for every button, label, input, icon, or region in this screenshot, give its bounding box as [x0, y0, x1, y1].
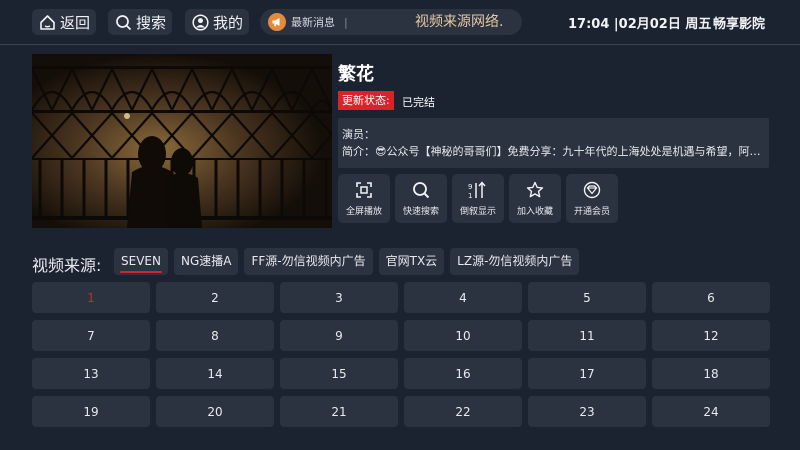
news-label: 最新消息: [291, 16, 335, 29]
episode-button[interactable]: 18: [652, 358, 770, 389]
episode-button[interactable]: 1: [32, 282, 150, 313]
datetime: 17:04 |02月02日 周五: [568, 17, 712, 32]
sort-icon: 9 1: [468, 180, 486, 199]
user-icon: [191, 13, 209, 31]
quick-search-button[interactable]: 快速搜索: [395, 174, 447, 223]
status-value: 已完结: [402, 96, 435, 109]
episode-button[interactable]: 12: [652, 320, 770, 351]
video-title: 繁花: [338, 64, 374, 85]
mine-label: 我的: [213, 13, 244, 32]
vip-button[interactable]: 开通会员: [566, 174, 618, 223]
search-label: 搜索: [136, 13, 167, 32]
episode-button[interactable]: 7: [32, 320, 150, 351]
actors-line: 演员：: [342, 128, 375, 141]
news-marquee: 视频来源网络.: [415, 14, 504, 30]
episode-button[interactable]: 10: [404, 320, 522, 351]
app-name: 畅享影院: [713, 17, 766, 32]
episode-button[interactable]: 21: [280, 396, 398, 427]
news-ticker[interactable]: 最新消息 | 视频来源网络.: [260, 9, 522, 35]
divider: [0, 44, 800, 45]
poster-image: [32, 54, 332, 228]
mine-button[interactable]: 我的: [185, 9, 250, 35]
home-icon: [38, 13, 56, 31]
source-tab-ff[interactable]: FF源-勿信视频内广告: [244, 248, 373, 275]
episode-button[interactable]: 22: [404, 396, 522, 427]
source-tab-ng[interactable]: NG速播A: [173, 248, 239, 275]
search-button[interactable]: 搜索: [108, 9, 173, 35]
episode-button[interactable]: 3: [280, 282, 398, 313]
episode-button[interactable]: 5: [528, 282, 646, 313]
description-box[interactable]: 演员： 简介：😎公众号【神秘的哥哥们】免费分享：九十年代的上海处处是机遇与希望，…: [338, 118, 769, 168]
fullscreen-icon: [356, 181, 372, 198]
action-bar: 全屏播放 快速搜索 9 1 倒叙显示 加入收藏 开通会员: [338, 174, 618, 223]
source-tab-seven[interactable]: SEVEN: [114, 248, 168, 275]
vip-icon: [583, 181, 601, 198]
top-bar: 返回 搜索 我的 最新消息 | 视频来源网络. 17:04 |02月02日 周五…: [0, 0, 800, 44]
episode-button[interactable]: 23: [528, 396, 646, 427]
episode-button[interactable]: 8: [156, 320, 274, 351]
source-tab-lz[interactable]: LZ源-勿信视频内广告: [450, 248, 580, 275]
fullscreen-label: 全屏播放: [345, 206, 382, 217]
favorite-button[interactable]: 加入收藏: [509, 174, 561, 223]
episode-grid: 1 2 3 4 5 6 7 8 9 10 11 12 13 14 15 16 1…: [32, 282, 770, 427]
status-badge: 更新状态:: [338, 91, 394, 110]
episode-button[interactable]: 2: [156, 282, 274, 313]
episode-button[interactable]: 9: [280, 320, 398, 351]
reverse-order-label: 倒叙显示: [459, 206, 496, 217]
episode-button[interactable]: 20: [156, 396, 274, 427]
episode-button[interactable]: 11: [528, 320, 646, 351]
quick-search-label: 快速搜索: [402, 206, 439, 217]
video-poster[interactable]: [32, 54, 332, 228]
back-label: 返回: [60, 13, 91, 32]
episode-button[interactable]: 15: [280, 358, 398, 389]
search-icon: [413, 181, 430, 198]
episode-button[interactable]: 13: [32, 358, 150, 389]
reverse-order-button[interactable]: 9 1 倒叙显示: [452, 174, 504, 223]
svg-text:9: 9: [468, 183, 472, 191]
vip-label: 开通会员: [573, 206, 610, 217]
episode-button[interactable]: 16: [404, 358, 522, 389]
episode-button[interactable]: 24: [652, 396, 770, 427]
source-label: 视频来源:: [32, 256, 102, 275]
star-icon: [526, 181, 544, 197]
episode-button[interactable]: 6: [652, 282, 770, 313]
episode-button[interactable]: 4: [404, 282, 522, 313]
svg-text:1: 1: [468, 192, 472, 199]
episode-button[interactable]: 19: [32, 396, 150, 427]
favorite-label: 加入收藏: [516, 206, 553, 217]
fullscreen-button[interactable]: 全屏播放: [338, 174, 390, 223]
intro-line: 简介：😎公众号【神秘的哥哥们】免费分享：九十年代的上海处处是机遇与希望，阿宝（胡…: [342, 145, 763, 158]
source-tabs: SEVEN NG速播A FF源-勿信视频内广告 官网TX云 LZ源-勿信视频内广…: [114, 248, 580, 275]
megaphone-icon: [268, 13, 286, 31]
back-button[interactable]: 返回: [32, 9, 97, 35]
episode-button[interactable]: 14: [156, 358, 274, 389]
news-separator: |: [344, 15, 348, 29]
source-tab-tx[interactable]: 官网TX云: [378, 248, 445, 275]
episode-button[interactable]: 17: [528, 358, 646, 389]
search-icon: [114, 13, 132, 31]
